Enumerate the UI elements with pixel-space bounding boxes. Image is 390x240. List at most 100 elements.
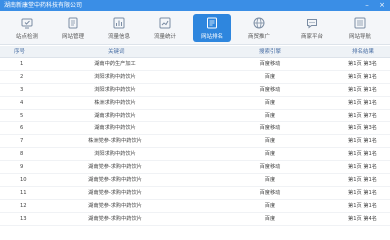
- cell-keyword: 湖南党参-求购中药饮片: [88, 215, 142, 222]
- cell-engine: 百度: [264, 177, 276, 184]
- table-row[interactable]: 5 湖南求购中药饮片 百度 第1页 第7名: [0, 110, 390, 123]
- cell-index: 7: [20, 138, 24, 145]
- tool-label: 流量统计: [153, 34, 176, 40]
- tool-label: 网站导航: [348, 34, 371, 40]
- minimize-button[interactable]: –: [362, 0, 372, 11]
- table-row[interactable]: 8 浏阳求购中药饮片 百度 第1页 第1名: [0, 148, 390, 162]
- table-row[interactable]: 6 湖南求购中药饮片 百度移动 第1页 第3名: [0, 122, 390, 136]
- window-title: 湖南新康堂中药科技有限公司: [4, 2, 83, 9]
- cell-keyword: 浏阳求购中药饮片: [94, 73, 136, 80]
- cell-engine: 百度移动: [259, 164, 281, 171]
- ranking-icon: [207, 17, 217, 29]
- cell-rank: 第1页 第1名: [348, 138, 377, 145]
- header-engine[interactable]: 搜索引擎: [259, 46, 281, 58]
- cell-index: 12: [20, 202, 27, 209]
- table-row[interactable]: 7 株洲党参-求购中药饮片 百度 第1页 第1名: [0, 135, 390, 149]
- table-row[interactable]: 12 湖南党参-求购中药饮片 百度 第1页 第1名: [0, 200, 390, 213]
- tool-merchant-platform[interactable]: 商家平台: [293, 14, 331, 42]
- statistics-icon: [159, 17, 171, 29]
- chart-bars-icon: [113, 17, 125, 29]
- header-keyword[interactable]: 关键词: [108, 46, 125, 58]
- cell-keyword: 湖南党参-求购中药饮片: [88, 177, 142, 184]
- cell-engine: 百度: [264, 202, 276, 209]
- tool-label: 网站排名: [200, 34, 223, 40]
- title-bar: 湖南新康堂中药科技有限公司 – ×: [0, 0, 390, 11]
- cell-rank: 第1页 第1名: [348, 164, 377, 171]
- cell-rank: 第1页 第1名: [348, 99, 377, 106]
- table-row[interactable]: 13 湖南党参-求购中药饮片 百度 第1页 第4名: [0, 213, 390, 226]
- table-row[interactable]: 10 湖南党参-求购中药饮片 百度 第1页 第1名: [0, 174, 390, 187]
- cell-rank: 第1页 第1名: [348, 73, 377, 80]
- cell-engine: 百度: [264, 215, 276, 222]
- header-rank[interactable]: 排名结果: [352, 46, 374, 58]
- tool-traffic-stats[interactable]: 流量统计: [146, 14, 184, 42]
- monitor-check-icon: [21, 18, 33, 29]
- cell-index: 2: [20, 73, 24, 80]
- table-row[interactable]: 1 湖南中药生产加工 百度移动 第1页 第3名: [0, 58, 390, 71]
- cell-engine: 百度移动: [259, 125, 281, 132]
- cell-engine: 百度移动: [259, 61, 281, 67]
- cell-engine: 百度移动: [259, 86, 281, 93]
- cell-index: 3: [20, 86, 24, 93]
- cell-rank: 第1页 第1名: [348, 189, 377, 196]
- cell-index: 5: [20, 112, 24, 119]
- cell-keyword: 湖南求购中药饮片: [94, 125, 136, 132]
- tool-site-ranking[interactable]: 网站排名: [193, 14, 231, 42]
- table-row[interactable]: 2 浏阳求购中药饮片 百度 第1页 第1名: [0, 71, 390, 84]
- cell-engine: 百度: [264, 151, 276, 158]
- tool-site-manage[interactable]: 网站管理: [54, 14, 92, 42]
- chat-icon: [307, 19, 317, 29]
- cell-rank: 第1页 第1名: [348, 86, 377, 93]
- tool-label: 网站管理: [61, 34, 84, 40]
- tool-label: 商贸推广: [247, 34, 270, 40]
- table-header: 序号 关键词 搜索引擎 排名结果: [0, 46, 390, 58]
- tool-site-navigation[interactable]: 网站导航: [341, 14, 379, 42]
- cell-rank: 第1页 第1名: [348, 151, 377, 158]
- ranking-table-body: 1 湖南中药生产加工 百度移动 第1页 第3名 2 浏阳求购中药饮片 百度 第1…: [0, 58, 390, 226]
- cell-rank: 第1页 第1名: [348, 202, 377, 209]
- tool-trade-promotion[interactable]: 商贸推广: [240, 14, 278, 42]
- cell-engine: 百度: [264, 99, 276, 106]
- table-row[interactable]: 9 湖南党参-求购中药饮片 百度移动 第1页 第1名: [0, 161, 390, 175]
- cell-engine: 百度: [264, 73, 276, 80]
- cell-index: 4: [20, 99, 24, 106]
- cell-keyword: 株洲求购中药饮片: [94, 99, 136, 106]
- cell-keyword: 湖南党参-求购中药饮片: [88, 189, 142, 196]
- navigation-icon: [354, 17, 366, 29]
- close-button[interactable]: ×: [377, 0, 387, 11]
- cell-index: 8: [20, 151, 24, 158]
- globe-icon: [253, 17, 265, 29]
- cell-rank: 第1页 第1名: [348, 177, 377, 184]
- table-row[interactable]: 11 湖南党参-求购中药饮片 百度移动 第1页 第1名: [0, 187, 390, 200]
- cell-keyword: 湖南党参-求购中药饮片: [88, 202, 142, 209]
- tool-site-check[interactable]: 站点检测: [8, 14, 46, 42]
- cell-index: 9: [20, 164, 24, 171]
- document-icon: [68, 17, 78, 29]
- cell-keyword: 浏阳求购中药饮片: [94, 86, 136, 93]
- cell-engine: 百度移动: [259, 189, 281, 196]
- cell-rank: 第1页 第3名: [348, 125, 377, 132]
- cell-index: 13: [20, 215, 27, 222]
- tool-label: 流量信息: [107, 34, 130, 40]
- table-row[interactable]: 3 浏阳求购中药饮片 百度移动 第1页 第1名: [0, 84, 390, 97]
- cell-keyword: 湖南求购中药饮片: [94, 112, 136, 119]
- tool-label: 商家平台: [300, 34, 323, 40]
- cell-rank: 第1页 第4名: [348, 215, 377, 222]
- cell-keyword: 湖南党参-求购中药饮片: [88, 164, 142, 171]
- tool-traffic-info[interactable]: 流量信息: [100, 14, 138, 42]
- cell-keyword: 湖南中药生产加工: [94, 61, 136, 67]
- cell-index: 6: [20, 125, 24, 132]
- cell-index: 11: [20, 189, 27, 196]
- cell-rank: 第1页 第3名: [348, 61, 377, 67]
- cell-keyword: 浏阳求购中药饮片: [94, 151, 136, 158]
- table-row[interactable]: 4 株洲求购中药饮片 百度 第1页 第1名: [0, 97, 390, 110]
- header-index[interactable]: 序号: [14, 46, 25, 58]
- main-toolbar: 站点检测 网站管理 流量信息 流量统计 网站排名 商贸推广 商家平台 网站导航: [0, 11, 390, 45]
- tool-label: 站点检测: [15, 34, 38, 40]
- cell-index: 10: [20, 177, 27, 184]
- cell-engine: 百度: [264, 112, 276, 119]
- cell-engine: 百度: [264, 138, 276, 145]
- cell-keyword: 株洲党参-求购中药饮片: [88, 138, 142, 145]
- cell-rank: 第1页 第7名: [348, 112, 377, 119]
- cell-index: 1: [20, 61, 24, 67]
